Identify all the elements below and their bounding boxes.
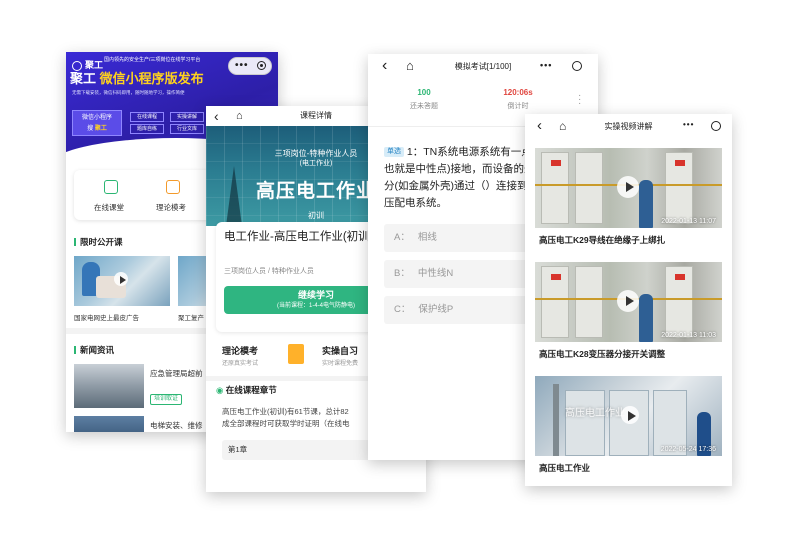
unanswered-label: 还未答题 [410,103,438,110]
play-icon[interactable] [617,176,639,198]
theory-exam-entry[interactable]: 理论模考 [222,344,258,357]
more-dots-icon[interactable]: ••• [683,120,694,129]
classroom-icon[interactable] [104,180,118,194]
video-thumbnail[interactable] [74,256,170,306]
panel-graphic [575,152,603,224]
countdown-value: 120:06s [503,88,533,97]
chart-icon[interactable] [166,180,180,194]
red-sign [551,274,561,280]
banner-tag: 行业文库 [170,124,204,134]
play-icon[interactable] [617,290,639,312]
play-icon[interactable] [621,406,639,424]
banner-subtitle: 国内领先的安全生产/三项岗位在线学习平台 [104,57,201,63]
online-classroom-label[interactable]: 在线课堂 [94,202,124,213]
page-title: 实操视频讲解 [604,122,653,131]
video-caption[interactable]: 聚工复产 [178,312,204,322]
countdown-label: 倒计时 [507,103,529,110]
video-caption[interactable]: 高压电工K29导线在绝缘子上绑扎 [539,234,729,246]
phone-practice-videos: ‹ ⌂ 实操视频讲解 ••• 2022-01-13 11:07 高压电工K29导… [525,114,732,486]
video-caption[interactable]: 高压电工作业 [539,462,729,474]
document-icon [288,344,304,364]
close-miniprogram-icon[interactable] [257,61,266,70]
mini-program-search-box: 微信小程序搜 聚工 [72,110,122,136]
close-miniprogram-icon[interactable] [711,121,721,131]
video-caption[interactable]: 高压电工K28变压器分接开关调整 [539,348,729,360]
panel-graphic [575,266,603,338]
video-thumbnail[interactable]: 高压电工作业 2022-05-24 17:36 [535,376,722,456]
worker-figure [639,180,653,228]
red-sign [551,160,561,166]
question-type-badge: 单选 [384,147,404,157]
page-title: 模拟考试[1/100] [454,62,512,71]
banner-tag: 在线课程 [130,112,164,122]
news-badge: 培训取证 [150,394,183,405]
countdown-stat: 120:06s 倒计时 [478,88,558,111]
news-thumbnail[interactable] [74,416,144,432]
video-timestamp: 2022-01-13 11:03 [661,332,716,339]
red-sign [675,274,685,280]
unanswered-value: 100 [417,88,431,97]
worker-figure [639,294,653,342]
news-title[interactable]: 应急管理局超前 [150,368,203,379]
section-title-live-class: 限时公开课 [74,236,123,248]
banner-tagline: 无需下载安装，微信扫码即用，随时随地学习，操作简便 [72,90,185,95]
more-dots-icon[interactable]: ••• [235,58,249,74]
video-timestamp: 2022-05-24 17:36 [660,446,716,453]
section-title-news: 新闻资讯 [74,344,114,356]
pipe-graphic [553,384,559,456]
banner-tag: 实操讲解 [170,112,204,122]
video-watermark: 高压电工作业 [565,408,625,419]
play-icon[interactable] [114,272,128,286]
video-thumbnail[interactable]: 2022-01-13 11:03 [535,262,722,342]
section-icon: ◉ [216,385,224,395]
theory-exam-sub: 还原真实考试 [222,361,259,367]
red-sign [675,160,685,166]
news-title[interactable]: 电梯安装、维修 [150,420,203,431]
video-caption[interactable]: 国家电网史上最皮广告 [74,312,139,322]
capsule-menu[interactable]: ••• [228,57,272,75]
more-vertical-icon[interactable]: · · · [578,91,581,109]
cabinet-graphic [565,390,605,456]
close-miniprogram-icon[interactable] [572,61,582,71]
course-category: 三项岗位人员 / 特种作业人员 [224,268,314,275]
theory-exam-label[interactable]: 理论模考 [156,202,186,213]
news-thumbnail[interactable] [74,364,144,408]
banner-headline: 聚工 微信小程序版发布 [70,71,204,86]
practice-sub: 实时课程免费 [322,361,359,367]
more-dots-icon[interactable]: ••• [540,60,552,70]
practice-entry[interactable]: 实操自习 [322,344,358,357]
banner-tag: 题库自练 [130,124,164,134]
unanswered-stat: 100 还未答题 [384,88,464,111]
video-thumbnail[interactable]: 2022-01-13 11:07 [535,148,722,228]
video-timestamp: 2022-01-13 11:07 [661,218,716,225]
